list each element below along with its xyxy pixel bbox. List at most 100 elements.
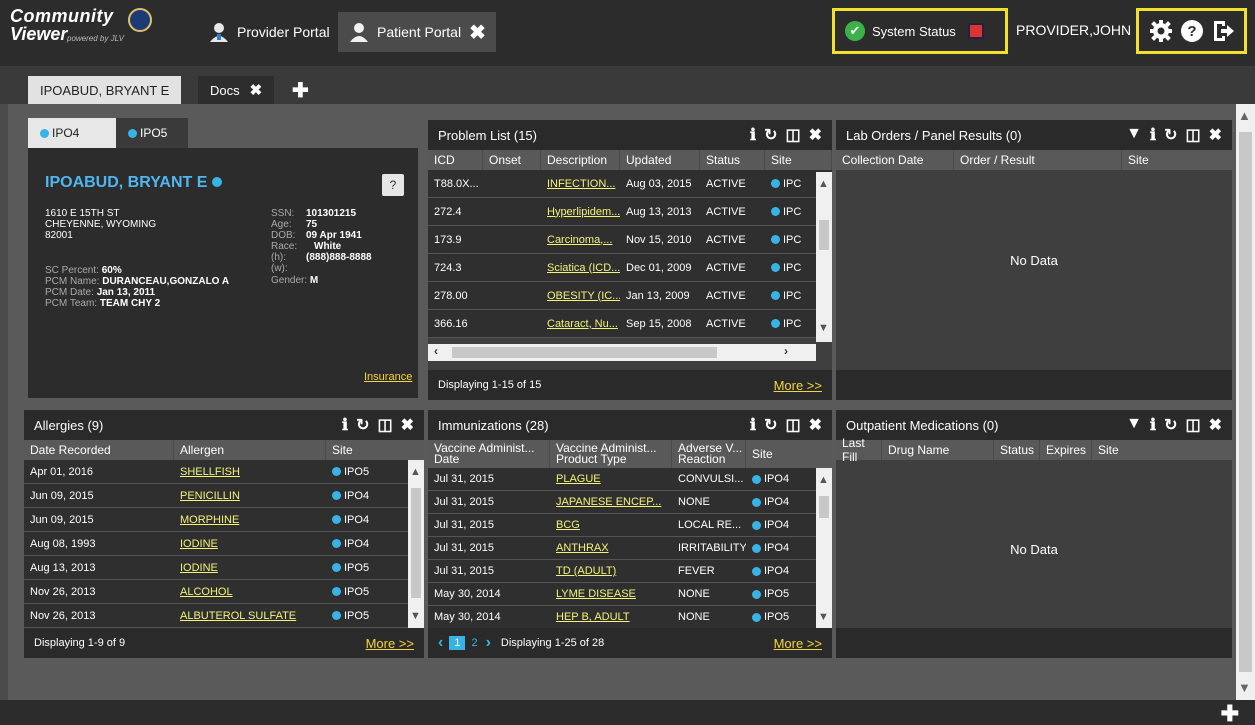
scroll-left-icon[interactable]: ‹ [434, 344, 438, 358]
record-link[interactable]: HEP B, ADULT [556, 611, 630, 623]
table-row[interactable]: Aug 13, 2013 IODINE IPO5 [24, 556, 424, 580]
scroll-thumb[interactable] [452, 347, 717, 358]
filter-icon[interactable]: ▼ [1126, 125, 1142, 145]
table-row[interactable]: Jul 31, 2015 TD (ADULT) FEVER IPO4 [428, 560, 832, 583]
column-header[interactable]: Order / Result [954, 150, 1122, 170]
close-icon[interactable]: ✖ [1209, 415, 1222, 435]
horizontal-scrollbar[interactable]: ‹ › [428, 344, 816, 361]
scroll-down-icon[interactable]: ▼ [818, 322, 829, 334]
refresh-icon[interactable]: ↻ [764, 125, 777, 145]
scroll-up-icon[interactable]: ▲ [818, 178, 829, 190]
table-row[interactable]: Jun 09, 2015 MORPHINE IPO4 [24, 508, 424, 532]
record-link[interactable]: ANTHRAX [556, 542, 609, 554]
column-header[interactable]: Expires [1040, 440, 1092, 460]
more-link[interactable]: More >> [774, 378, 822, 393]
close-icon[interactable]: ✖ [250, 81, 263, 99]
help-icon[interactable]: ? [1180, 19, 1204, 43]
scroll-up-icon[interactable]: ▲ [818, 474, 829, 486]
table-row[interactable]: T88.0X... INFECTION... Aug 03, 2015 ACTIVE I… [428, 170, 832, 198]
help-button[interactable]: ? [382, 174, 404, 196]
column-header[interactable]: Status [700, 150, 765, 170]
record-link[interactable]: BCG [556, 519, 580, 531]
page-1[interactable]: 1 [449, 636, 466, 650]
record-link[interactable]: ALCOHOL [180, 586, 233, 598]
scroll-right-icon[interactable]: › [784, 344, 788, 358]
add-tab-icon[interactable]: ✚ [292, 78, 309, 103]
logout-icon[interactable] [1211, 19, 1235, 43]
columns-icon[interactable]: ◫ [785, 125, 800, 145]
page-2[interactable]: 2 [471, 637, 477, 649]
table-row[interactable]: 278.00 OBESITY (IC... Jan 13, 2009 ACTIVE IP… [428, 282, 832, 310]
column-header[interactable]: Site [326, 440, 424, 460]
table-row[interactable]: 724.3 Sciatica (ICD... Dec 01, 2009 ACTIVE I… [428, 254, 832, 282]
record-link[interactable]: JAPANESE ENCEP... [556, 496, 661, 508]
record-link[interactable]: SHELLFISH [180, 466, 240, 478]
column-header[interactable]: Onset [483, 150, 541, 170]
close-icon[interactable]: ✖ [401, 415, 414, 435]
tab-site-ipo4[interactable]: IPO4 [28, 118, 116, 148]
column-header[interactable]: Site [1092, 440, 1232, 460]
scroll-thumb[interactable] [411, 488, 421, 598]
column-header[interactable]: Description [541, 150, 620, 170]
insurance-link[interactable]: Insurance [364, 371, 412, 383]
record-link[interactable]: IODINE [180, 538, 218, 550]
record-link[interactable]: Cataract, Nu... [547, 318, 618, 330]
info-icon[interactable]: ℹ [1150, 125, 1156, 145]
table-row[interactable]: 272.4 Hyperlipidem... Aug 13, 2013 ACTIVE IP… [428, 198, 832, 226]
table-row[interactable]: May 30, 2014 LYME DISEASE NONE IPO5 [428, 583, 832, 606]
column-header[interactable]: Allergen [174, 440, 326, 460]
scroll-thumb[interactable] [1239, 132, 1252, 672]
columns-icon[interactable]: ◫ [785, 415, 800, 435]
scrollbar[interactable]: ▲ ▼ [816, 172, 832, 342]
record-link[interactable]: Sciatica (ICD... [547, 262, 620, 274]
column-header[interactable]: Last Fill [836, 436, 882, 464]
record-link[interactable]: Hyperlipidem... [547, 206, 620, 218]
next-page-icon[interactable]: › [486, 634, 491, 652]
table-row[interactable]: 366.16 Cataract, Nu... Sep 15, 2008 ACTIVE I… [428, 310, 832, 338]
columns-icon[interactable]: ◫ [377, 415, 392, 435]
table-row[interactable]: Jul 31, 2015 JAPANESE ENCEP... NONE IPO4 [428, 491, 832, 514]
column-header[interactable]: Vaccine Administ... Product Type [550, 440, 672, 468]
table-row[interactable]: Nov 26, 2013 ALBUTEROL SULFATE IPO5 [24, 604, 424, 628]
close-icon[interactable]: ✖ [1209, 125, 1222, 145]
table-row[interactable]: Jun 09, 2015 PENICILLIN IPO4 [24, 484, 424, 508]
gear-icon[interactable] [1149, 19, 1173, 43]
tab-site-ipo5[interactable]: IPO5 [116, 118, 188, 148]
table-row[interactable]: Aug 08, 1993 IODINE IPO4 [24, 532, 424, 556]
table-row[interactable]: Nov 26, 2013 ALCOHOL IPO5 [24, 580, 424, 604]
more-link[interactable]: More >> [366, 636, 414, 651]
table-row[interactable]: Jul 31, 2015 ANTHRAX IRRITABILITY IPO4 [428, 537, 832, 560]
record-link[interactable]: PENICILLIN [180, 490, 240, 502]
column-header[interactable]: Status [994, 440, 1040, 460]
scroll-thumb[interactable] [819, 496, 829, 518]
columns-icon[interactable]: ◫ [1185, 125, 1200, 145]
tab-provider-portal[interactable]: Provider Portal [198, 12, 340, 52]
scroll-up-icon[interactable]: ▲ [1238, 108, 1251, 123]
refresh-icon[interactable]: ↻ [764, 415, 777, 435]
record-link[interactable]: PLAGUE [556, 473, 601, 485]
record-link[interactable]: MORPHINE [180, 514, 239, 526]
scroll-up-icon[interactable]: ▲ [410, 466, 421, 478]
table-row[interactable]: Apr 01, 2016 SHELLFISH IPO5 [24, 460, 424, 484]
record-link[interactable]: ALBUTEROL SULFATE [180, 610, 296, 622]
scroll-down-icon[interactable]: ▼ [1238, 680, 1251, 695]
info-icon[interactable]: ℹ [1150, 415, 1156, 435]
record-link[interactable]: INFECTION... [547, 178, 615, 190]
info-icon[interactable]: ℹ [750, 415, 756, 435]
column-header[interactable]: Site [1122, 150, 1232, 170]
column-header[interactable]: Collection Date [836, 150, 954, 170]
refresh-icon[interactable]: ↻ [356, 415, 369, 435]
close-icon[interactable]: ✖ [809, 415, 822, 435]
scrollbar[interactable]: ▲ ▼ [816, 468, 832, 628]
record-link[interactable]: IODINE [180, 562, 218, 574]
tab-patient-portal[interactable]: Patient Portal ✖ [338, 12, 496, 52]
table-row[interactable]: May 30, 2014 HEP B, ADULT NONE IPO5 [428, 606, 832, 629]
tab-docs[interactable]: Docs ✖ [198, 76, 275, 104]
column-header[interactable]: Date Recorded [24, 440, 174, 460]
refresh-icon[interactable]: ↻ [1164, 415, 1177, 435]
close-icon[interactable]: ✖ [469, 20, 486, 45]
record-link[interactable]: TD (ADULT) [556, 565, 616, 577]
column-header[interactable]: ICD [428, 150, 483, 170]
refresh-icon[interactable]: ↻ [1164, 125, 1177, 145]
table-row[interactable]: Jul 31, 2015 BCG LOCAL RE... IPO4 [428, 514, 832, 537]
